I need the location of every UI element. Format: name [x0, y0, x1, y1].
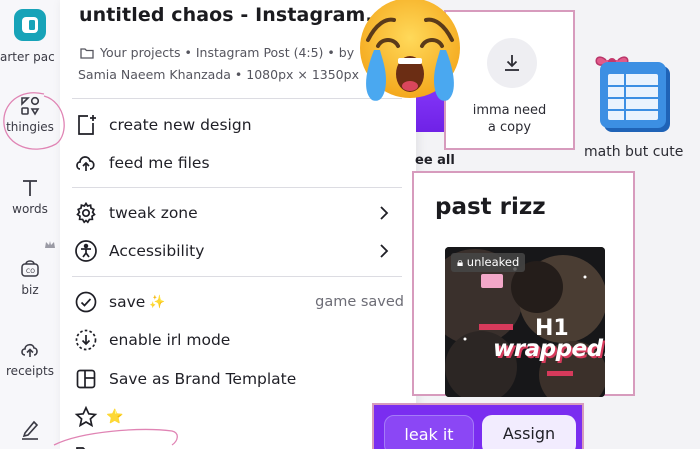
- svg-text:CO: CO: [26, 268, 35, 275]
- cloud-check-icon: [75, 291, 97, 313]
- menu-more[interactable]: [74, 440, 404, 449]
- assign-button[interactable]: Assign: [482, 415, 576, 449]
- menu-settings[interactable]: tweak zone: [74, 198, 404, 228]
- divider: [72, 276, 402, 277]
- privacy-badge: 🔒︎ unleaked: [451, 253, 526, 272]
- brand-icon: CO: [21, 260, 39, 277]
- chevron-right-icon: [380, 206, 389, 220]
- download-copy-label: imma need a copy: [446, 102, 573, 136]
- design-title[interactable]: untitled chaos - Instagram...: [79, 4, 387, 26]
- rail-item-starter-pack[interactable]: tarter pac: [0, 50, 60, 64]
- menu-item-label: feed me files: [109, 154, 210, 172]
- chevron-right-icon: [380, 244, 389, 258]
- gear-icon: [76, 201, 96, 224]
- spreadsheet-label: math but cute: [584, 144, 684, 160]
- design-meta-line: Your projects • Instagram Post (4:5) • b…: [80, 45, 354, 60]
- privacy-badge-label: unleaked: [466, 255, 520, 269]
- accessibility-icon: [75, 240, 97, 262]
- rail-item-words[interactable]: words: [0, 177, 60, 216]
- menu-item-label: save: [109, 293, 146, 311]
- canva-logo-icon[interactable]: [14, 9, 46, 41]
- share-button[interactable]: leak it: [384, 415, 474, 449]
- download-copy-line: imma need: [472, 103, 547, 118]
- menu-save[interactable]: save ✨ game saved: [74, 287, 404, 317]
- menu-save-brand-template[interactable]: Save as Brand Template: [74, 364, 404, 394]
- rail-item-label: thingies: [6, 120, 54, 134]
- template-icon: [76, 369, 96, 389]
- past-designs-card: past rizz 🔒︎ unleaked H1 wrapped!: [412, 171, 635, 397]
- download-copy-card[interactable]: imma need a copy: [444, 10, 575, 150]
- rail-item-label: receipts: [6, 364, 54, 378]
- menu-create-new-design[interactable]: create new design: [74, 110, 404, 140]
- save-status: game saved: [315, 294, 404, 310]
- menu-accessibility[interactable]: Accessibility: [74, 236, 404, 266]
- left-rail: tarter pac thingies words CO biz receipt…: [0, 0, 60, 449]
- rail-item-label: words: [12, 202, 48, 216]
- elements-icon: [21, 96, 40, 116]
- star-outline-icon: [74, 405, 98, 428]
- rail-item-label: tarter pac: [0, 50, 55, 64]
- menu-item-label: Accessibility: [109, 242, 205, 260]
- menu-item-label: tweak zone: [109, 204, 198, 222]
- rail-item-label: biz: [21, 283, 39, 297]
- design-thumbnail[interactable]: 🔒︎ unleaked H1 wrapped!: [445, 247, 605, 397]
- arrow-down-icon: [81, 335, 91, 346]
- rail-item-receipts[interactable]: receipts: [0, 339, 60, 378]
- design-location-text: Your projects • Instagram Post (4:5) • b…: [100, 45, 355, 60]
- rail-item-biz[interactable]: CO biz: [0, 258, 60, 297]
- menu-item-label: create new design: [109, 116, 252, 134]
- thumbnail-subheading: wrapped!: [493, 336, 605, 362]
- download-icon: [487, 38, 537, 88]
- crying-face-emoji-icon: [360, 0, 460, 101]
- lock-icon: 🔒︎: [457, 255, 464, 269]
- folder-icon: [76, 447, 86, 449]
- crown-icon: [45, 241, 55, 248]
- design-owner-size: Samia Naeem Khanzada • 1080px × 1350px: [78, 67, 359, 82]
- folder-icon: [80, 47, 94, 59]
- past-designs-title: past rizz: [435, 194, 546, 220]
- sparkle-icon: ✨: [149, 294, 166, 310]
- cloud-upload-icon: [76, 156, 95, 171]
- rail-item-draw[interactable]: [0, 418, 60, 443]
- add-page-icon: [78, 115, 96, 135]
- download-copy-line: a copy: [487, 120, 532, 135]
- text-icon: [23, 180, 37, 196]
- menu-favorite[interactable]: ⭐: [74, 402, 404, 432]
- draw-icon: [22, 420, 39, 440]
- divider: [72, 187, 402, 188]
- star-emoji-icon: ⭐: [106, 409, 124, 425]
- spreadsheet-sticker-icon[interactable]: [588, 44, 678, 144]
- menu-item-label: Save as Brand Template: [109, 370, 297, 388]
- menu-item-label: enable irl mode: [109, 331, 231, 349]
- menu-import-files[interactable]: feed me files: [74, 148, 404, 178]
- action-bar: leak it Assign: [372, 403, 584, 449]
- rail-item-thingies[interactable]: thingies: [0, 95, 60, 134]
- see-all-link[interactable]: ee all: [415, 153, 455, 168]
- menu-offline-mode[interactable]: enable irl mode: [74, 325, 404, 355]
- cloud-upload-icon: [21, 343, 38, 357]
